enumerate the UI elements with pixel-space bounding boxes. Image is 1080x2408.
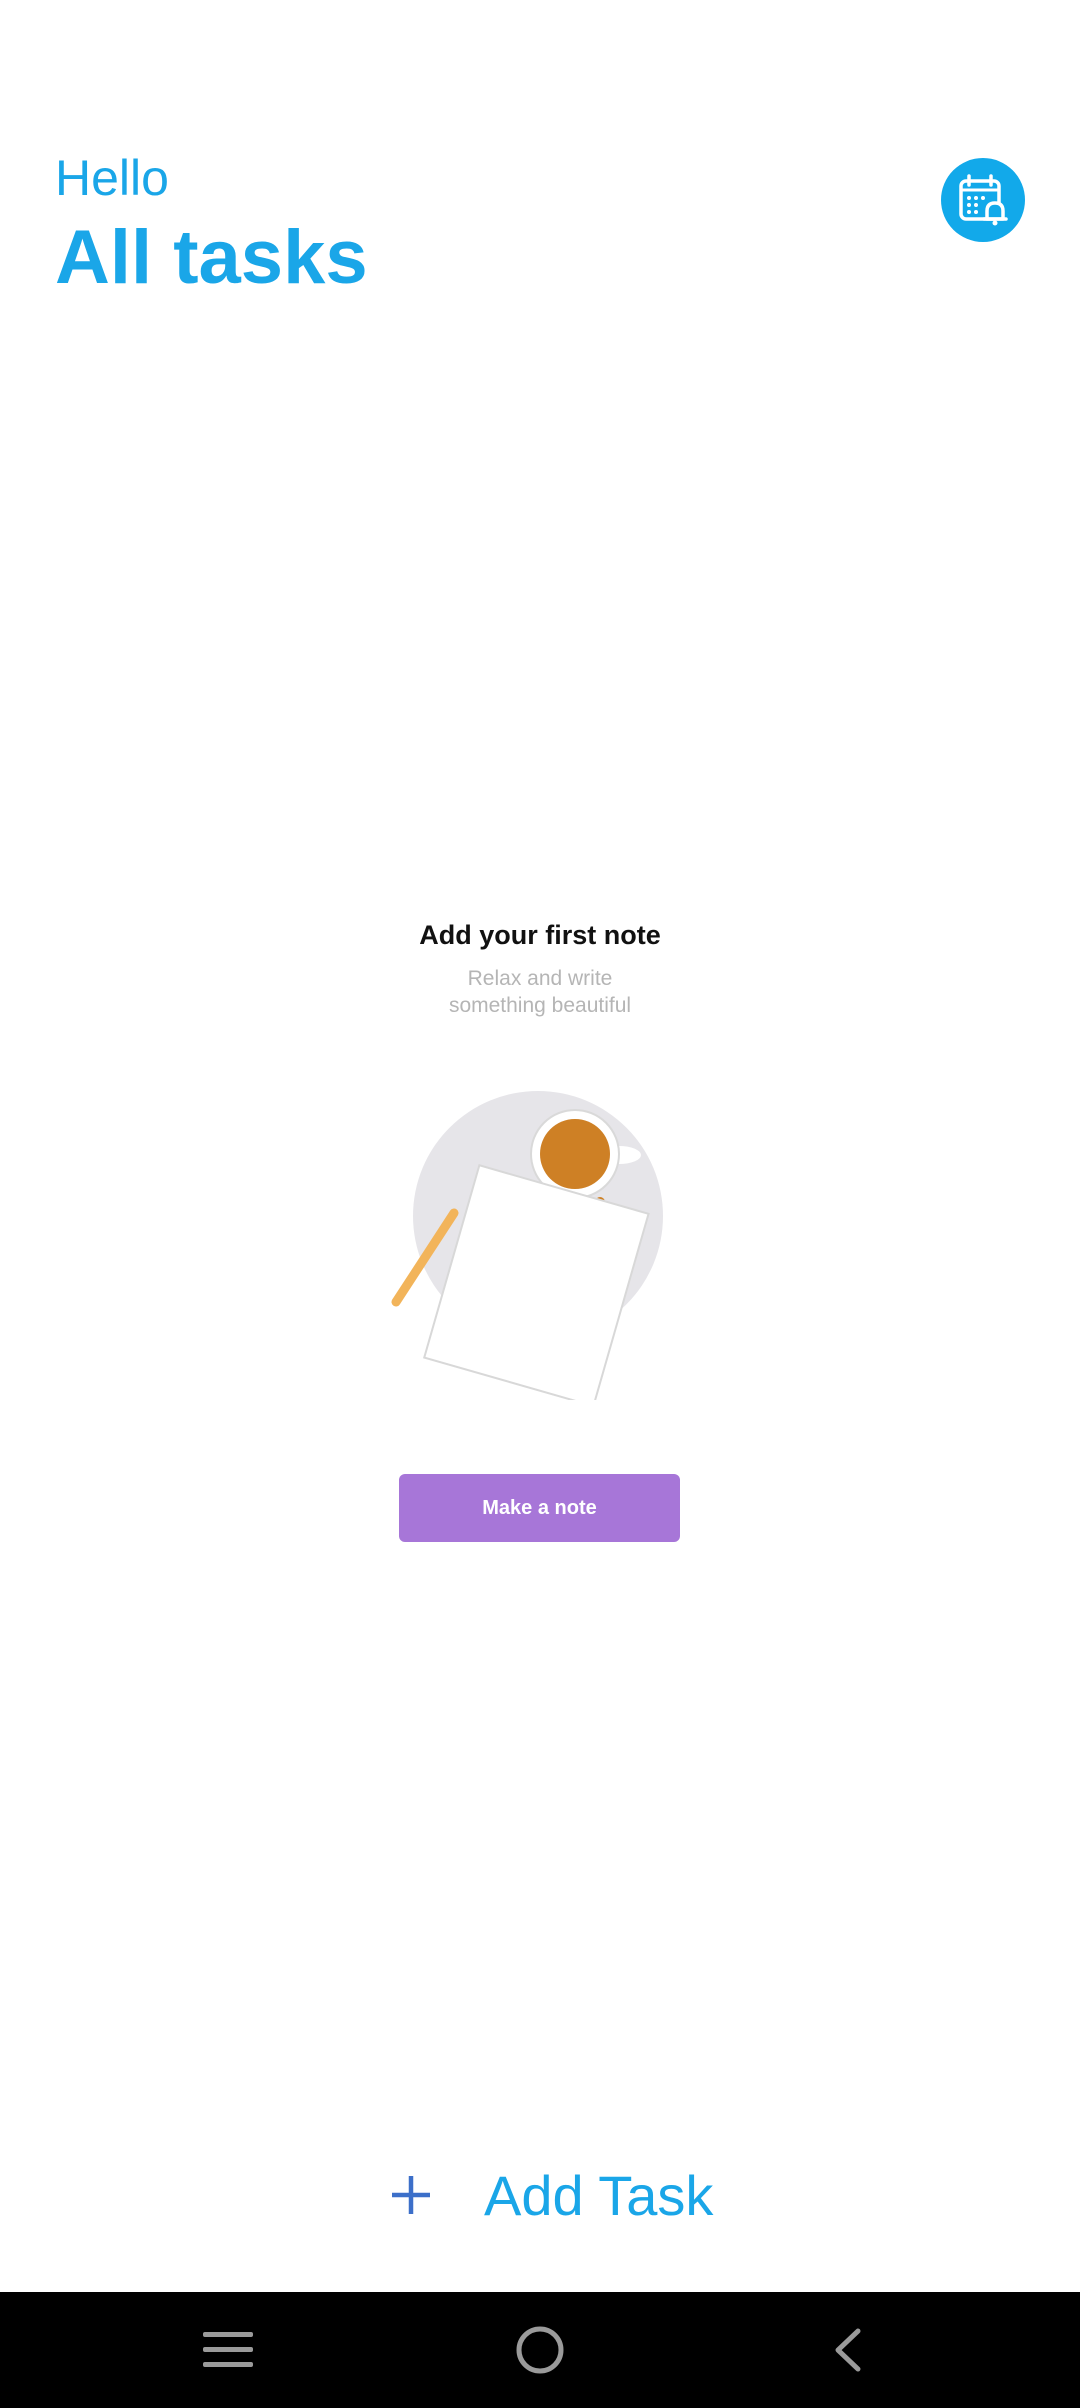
back-button[interactable] [788, 2292, 908, 2408]
calendar-reminder-button[interactable] [941, 158, 1025, 242]
greeting-text: Hello [55, 150, 169, 206]
notepad-coffee-illustration [391, 1091, 663, 1400]
header: Hello All tasks [55, 148, 368, 302]
empty-state-subtitle: Relax and write something beautiful [448, 967, 632, 1017]
home-icon [516, 2326, 564, 2374]
page-title: All tasks [55, 215, 368, 300]
screen: Hello All tasks Add your first note Rela… [0, 0, 1080, 2408]
add-task-button[interactable]: Add Task [390, 2155, 713, 2235]
plus-icon [392, 2176, 430, 2214]
back-icon [835, 2328, 861, 2372]
add-task-label: Add Task [484, 2163, 714, 2227]
make-note-button[interactable]: Make a note [399, 1474, 680, 1542]
home-button[interactable] [480, 2292, 600, 2408]
empty-state-title: Add your first note [419, 920, 661, 950]
recent-apps-button[interactable] [168, 2292, 288, 2408]
menu-icon [203, 2332, 253, 2367]
empty-state: Add your first note Relax and write some… [340, 915, 740, 1019]
calendar-bell-icon [959, 174, 1008, 226]
system-navigation-bar [0, 2292, 1080, 2408]
